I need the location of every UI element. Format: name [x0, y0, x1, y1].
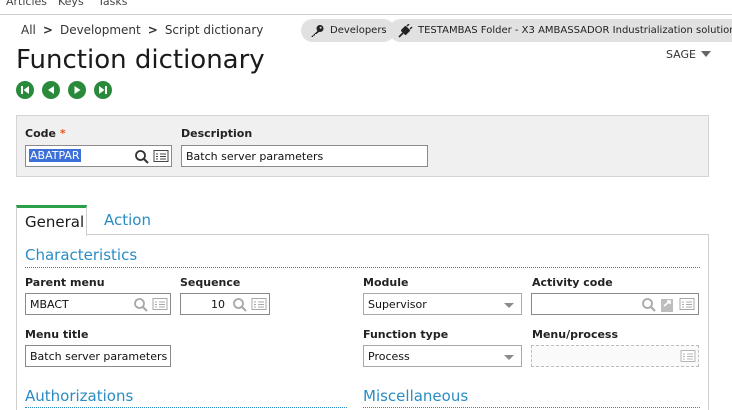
- selection-list-icon[interactable]: [680, 349, 696, 363]
- characteristics-section-title[interactable]: Characteristics: [25, 246, 137, 264]
- page-title: Function dictionary: [16, 45, 265, 75]
- top-menu-articles[interactable]: Articles: [6, 0, 47, 8]
- next-record-button[interactable]: [68, 81, 86, 99]
- first-record-button[interactable]: [16, 81, 34, 99]
- menu-process-field[interactable]: [531, 345, 699, 367]
- sequence-value: 10: [211, 298, 225, 311]
- section-divider: [25, 267, 700, 268]
- selection-list-icon[interactable]: [152, 297, 168, 311]
- section-divider: [25, 407, 347, 408]
- sequence-label: Sequence: [180, 276, 241, 289]
- user-menu-label: SAGE: [666, 48, 696, 61]
- menu-title-value: Batch server parameters: [30, 350, 168, 363]
- parent-menu-field[interactable]: MBACT: [25, 293, 171, 315]
- selection-list-icon[interactable]: [251, 297, 267, 311]
- key-icon: [311, 24, 324, 37]
- parent-menu-label: Parent menu: [25, 276, 105, 289]
- module-label: Module: [363, 276, 409, 289]
- code-field[interactable]: ABATPAR: [25, 145, 172, 167]
- tab-general[interactable]: General: [16, 205, 87, 236]
- top-menu-tasks[interactable]: Tasks: [98, 0, 127, 8]
- function-type-select[interactable]: Process: [363, 345, 522, 367]
- search-icon[interactable]: [641, 297, 657, 313]
- description-field[interactable]: Batch server parameters: [181, 145, 428, 167]
- tab-action[interactable]: Action: [96, 205, 159, 235]
- folder-pill[interactable]: TESTAMBAS Folder - X3 AMBASSADOR Industr…: [389, 19, 732, 42]
- previous-record-button[interactable]: [42, 81, 60, 99]
- chevron-down-icon: [504, 355, 514, 360]
- role-pill[interactable]: Developers: [301, 19, 395, 42]
- description-label: Description: [181, 127, 253, 140]
- module-value: Supervisor: [368, 298, 427, 311]
- breadcrumb-development[interactable]: Development: [60, 23, 141, 37]
- zoom-to-object-icon[interactable]: [660, 297, 674, 313]
- folder-label: TESTAMBAS Folder - X3 AMBASSADOR Industr…: [418, 25, 732, 36]
- menu-title-field[interactable]: Batch server parameters: [25, 345, 171, 367]
- breadcrumb-all[interactable]: All: [21, 23, 36, 37]
- module-select[interactable]: Supervisor: [363, 293, 522, 315]
- selection-list-icon[interactable]: [153, 149, 169, 163]
- user-menu[interactable]: SAGE: [666, 48, 711, 61]
- skip-last-icon: [99, 86, 107, 94]
- menu-process-label: Menu/process: [532, 328, 619, 341]
- plug-icon: [398, 23, 413, 38]
- breadcrumb-separator-icon: >: [147, 23, 158, 37]
- code-label: Code *: [25, 127, 66, 140]
- chevron-down-icon: [701, 51, 711, 57]
- code-value: ABATPAR: [29, 149, 81, 162]
- skip-first-icon: [21, 86, 29, 94]
- last-record-button[interactable]: [94, 81, 112, 99]
- search-icon[interactable]: [134, 149, 150, 165]
- breadcrumb-script-dictionary[interactable]: Script dictionary: [165, 23, 264, 37]
- required-asterisk-icon: *: [59, 127, 66, 140]
- selection-list-icon[interactable]: [679, 297, 695, 311]
- tab-general-label: General: [25, 213, 85, 231]
- description-value: Batch server parameters: [186, 150, 324, 163]
- activity-code-label: Activity code: [532, 276, 613, 289]
- tab-action-label: Action: [104, 211, 151, 229]
- chevron-down-icon: [504, 303, 514, 308]
- authorizations-section-title[interactable]: Authorizations: [25, 387, 133, 405]
- top-menu-keys[interactable]: Keys: [58, 0, 84, 8]
- search-icon[interactable]: [133, 297, 149, 313]
- section-divider: [363, 407, 700, 408]
- activity-code-field[interactable]: [531, 293, 699, 315]
- previous-icon: [48, 86, 54, 94]
- function-type-label: Function type: [363, 328, 449, 341]
- menu-title-label: Menu title: [25, 328, 89, 341]
- top-menu-strip: Articles Keys Tasks: [0, 0, 732, 15]
- miscellaneous-section-title[interactable]: Miscellaneous: [363, 387, 468, 405]
- role-label: Developers: [330, 25, 387, 36]
- sequence-field[interactable]: 10: [180, 293, 270, 315]
- search-icon[interactable]: [232, 297, 248, 313]
- next-icon: [74, 86, 81, 94]
- breadcrumb-separator-icon: >: [42, 23, 53, 37]
- parent-menu-value: MBACT: [30, 298, 69, 311]
- function-type-value: Process: [368, 350, 410, 363]
- breadcrumb: All > Development > Script dictionary: [21, 23, 263, 37]
